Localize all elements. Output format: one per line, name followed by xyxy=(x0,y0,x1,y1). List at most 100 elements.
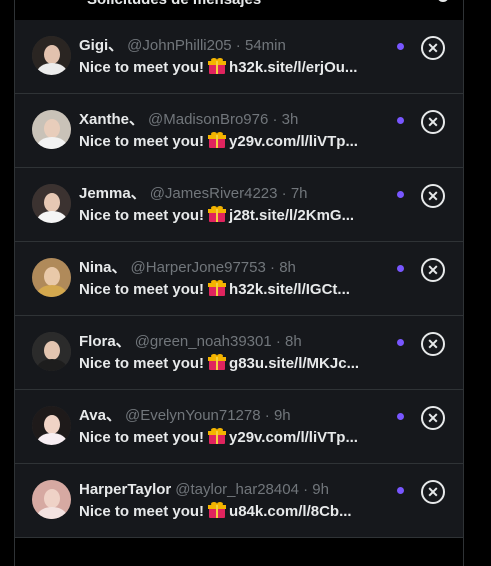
close-icon: ✕ xyxy=(427,410,439,426)
message-text: Nice to meet you! xyxy=(79,59,205,76)
page-title: Solicitudes de mensajes xyxy=(87,0,261,8)
avatar[interactable] xyxy=(32,184,71,223)
avatar[interactable] xyxy=(32,480,71,519)
request-header: Nina、 @HarperJone97753 · 8h xyxy=(79,258,384,278)
avatar[interactable] xyxy=(32,406,71,445)
close-icon: ✕ xyxy=(427,484,439,500)
message-preview[interactable]: Nice to meet you! h32k.site/l/erjOu... xyxy=(79,58,369,78)
sender-name[interactable]: Flora、 xyxy=(79,333,131,350)
sender-name[interactable]: Ava、 xyxy=(79,407,121,424)
close-icon: ✕ xyxy=(427,262,439,278)
dismiss-request-button[interactable]: ✕ xyxy=(421,406,445,430)
message-link: g83u.site/l/MKJc xyxy=(229,355,347,372)
request-header: Xanthe、 @MadisonBro976 · 3h xyxy=(79,110,384,130)
message-text: Nice to meet you! xyxy=(79,355,205,372)
sender-handle: @taylor_har28404 xyxy=(175,481,299,498)
dismiss-request-button[interactable]: ✕ xyxy=(421,110,445,134)
gift-icon xyxy=(208,280,227,296)
unread-dot-icon xyxy=(397,43,404,50)
request-header: Flora、 @green_noah39301 · 8h xyxy=(79,332,384,352)
separator-dot: · xyxy=(265,259,280,276)
close-icon: ✕ xyxy=(427,40,439,56)
close-icon: ✕ xyxy=(427,336,439,352)
message-text: Nice to meet you! xyxy=(79,429,205,446)
message-text: Nice to meet you! xyxy=(79,133,205,150)
message-request-row[interactable]: HarperTaylor @taylor_har28404 · 9h Nice t… xyxy=(15,464,463,538)
avatar[interactable] xyxy=(32,332,71,371)
message-request-row[interactable]: Nina、 @HarperJone97753 · 8h Nice to meet … xyxy=(15,242,463,316)
timestamp: 8h xyxy=(279,259,296,276)
message-preview[interactable]: Nice to meet you! j28t.site/l/2KmG... xyxy=(79,206,369,226)
sender-handle: @JohnPhilli205 xyxy=(127,37,232,54)
sender-handle: @HarperJone97753 xyxy=(130,259,266,276)
sender-handle: @EvelynYoun71278 xyxy=(124,407,261,424)
gift-icon xyxy=(208,206,227,222)
message-request-row[interactable]: Ava、 @EvelynYoun71278 · 9h Nice to meet y… xyxy=(15,390,463,464)
unread-dot-icon xyxy=(397,413,404,420)
unread-dot-icon xyxy=(397,265,404,272)
unread-dot-icon xyxy=(397,487,404,494)
gear-icon[interactable] xyxy=(437,0,449,2)
timestamp: 54min xyxy=(244,37,286,54)
message-request-row[interactable]: Xanthe、 @MadisonBro976 · 3h Nice to meet … xyxy=(15,94,463,168)
sender-name[interactable]: Gigi、 xyxy=(79,37,123,54)
unread-dot-icon xyxy=(397,191,404,198)
dismiss-request-button[interactable]: ✕ xyxy=(421,184,445,208)
separator-dot: · xyxy=(271,333,286,350)
message-request-row[interactable]: Gigi、 @JohnPhilli205 · 54min Nice to meet… xyxy=(15,20,463,94)
message-text: Nice to meet you! xyxy=(79,207,205,224)
gift-icon xyxy=(208,354,227,370)
request-header: Gigi、 @JohnPhilli205 · 54min xyxy=(79,36,384,56)
dismiss-request-button[interactable]: ✕ xyxy=(421,480,445,504)
timestamp: 3h xyxy=(281,111,299,128)
message-link: y29v.com/l/liVTp xyxy=(229,133,346,150)
message-preview[interactable]: Nice to meet you! g83u.site/l/MKJc... xyxy=(79,354,369,374)
close-icon: ✕ xyxy=(427,114,439,130)
avatar[interactable] xyxy=(32,110,71,149)
request-list: Gigi、 @JohnPhilli205 · 54min Nice to meet… xyxy=(15,20,463,538)
gift-icon xyxy=(208,502,227,518)
truncation-ellipsis: ... xyxy=(337,281,350,298)
message-preview[interactable]: Nice to meet you! h32k.site/l/IGCt... xyxy=(79,280,369,300)
message-request-row[interactable]: Flora、 @green_noah39301 · 8h Nice to meet… xyxy=(15,316,463,390)
unread-dot-icon xyxy=(397,117,404,124)
truncation-ellipsis: ... xyxy=(339,503,352,520)
avatar[interactable] xyxy=(32,36,71,75)
message-link: j28t.site/l/2KmG xyxy=(229,207,342,224)
message-link: y29v.com/l/liVTp xyxy=(229,429,346,446)
timestamp: 8h xyxy=(285,333,302,350)
truncation-ellipsis: ... xyxy=(341,207,355,224)
message-text: Nice to meet you! xyxy=(79,503,205,520)
timestamp: 9h xyxy=(312,481,329,498)
message-preview[interactable]: Nice to meet you! y29v.com/l/liVTp... xyxy=(79,428,369,448)
dismiss-request-button[interactable]: ✕ xyxy=(421,258,445,282)
dismiss-request-button[interactable]: ✕ xyxy=(421,332,445,356)
message-preview[interactable]: Nice to meet you! y29v.com/l/liVTp... xyxy=(79,132,369,152)
message-link: h32k.site/l/erjOu xyxy=(229,59,345,76)
separator-dot: · xyxy=(298,481,313,498)
request-header: Jemma、 @JamesRiver4223 · 7h xyxy=(79,184,384,204)
unread-dot-icon xyxy=(397,339,404,346)
separator-dot: · xyxy=(268,111,282,128)
message-text: Nice to meet you! xyxy=(79,281,205,298)
sender-name[interactable]: Nina、 xyxy=(79,259,127,276)
truncation-ellipsis: ... xyxy=(345,133,358,150)
gift-icon xyxy=(208,132,227,148)
sender-name[interactable]: Xanthe、 xyxy=(79,111,144,128)
close-icon: ✕ xyxy=(427,188,439,204)
request-header: Ava、 @EvelynYoun71278 · 9h xyxy=(79,406,384,426)
dismiss-request-button[interactable]: ✕ xyxy=(421,36,445,60)
sender-handle: @green_noah39301 xyxy=(134,333,272,350)
truncation-ellipsis: ... xyxy=(345,429,358,446)
separator-dot: · xyxy=(277,185,291,202)
avatar[interactable] xyxy=(32,258,71,297)
request-header: HarperTaylor @taylor_har28404 · 9h xyxy=(79,480,384,500)
truncation-ellipsis: ... xyxy=(346,355,360,372)
sender-name[interactable]: HarperTaylor xyxy=(79,481,171,498)
timestamp: 9h xyxy=(273,407,291,424)
timestamp: 7h xyxy=(290,185,308,202)
message-preview[interactable]: Nice to meet you! u84k.com/l/8Cb... xyxy=(79,502,369,522)
message-request-row[interactable]: Jemma、 @JamesRiver4223 · 7h Nice to meet … xyxy=(15,168,463,242)
sender-handle: @JamesRiver4223 xyxy=(149,185,278,202)
sender-name[interactable]: Jemma、 xyxy=(79,185,146,202)
